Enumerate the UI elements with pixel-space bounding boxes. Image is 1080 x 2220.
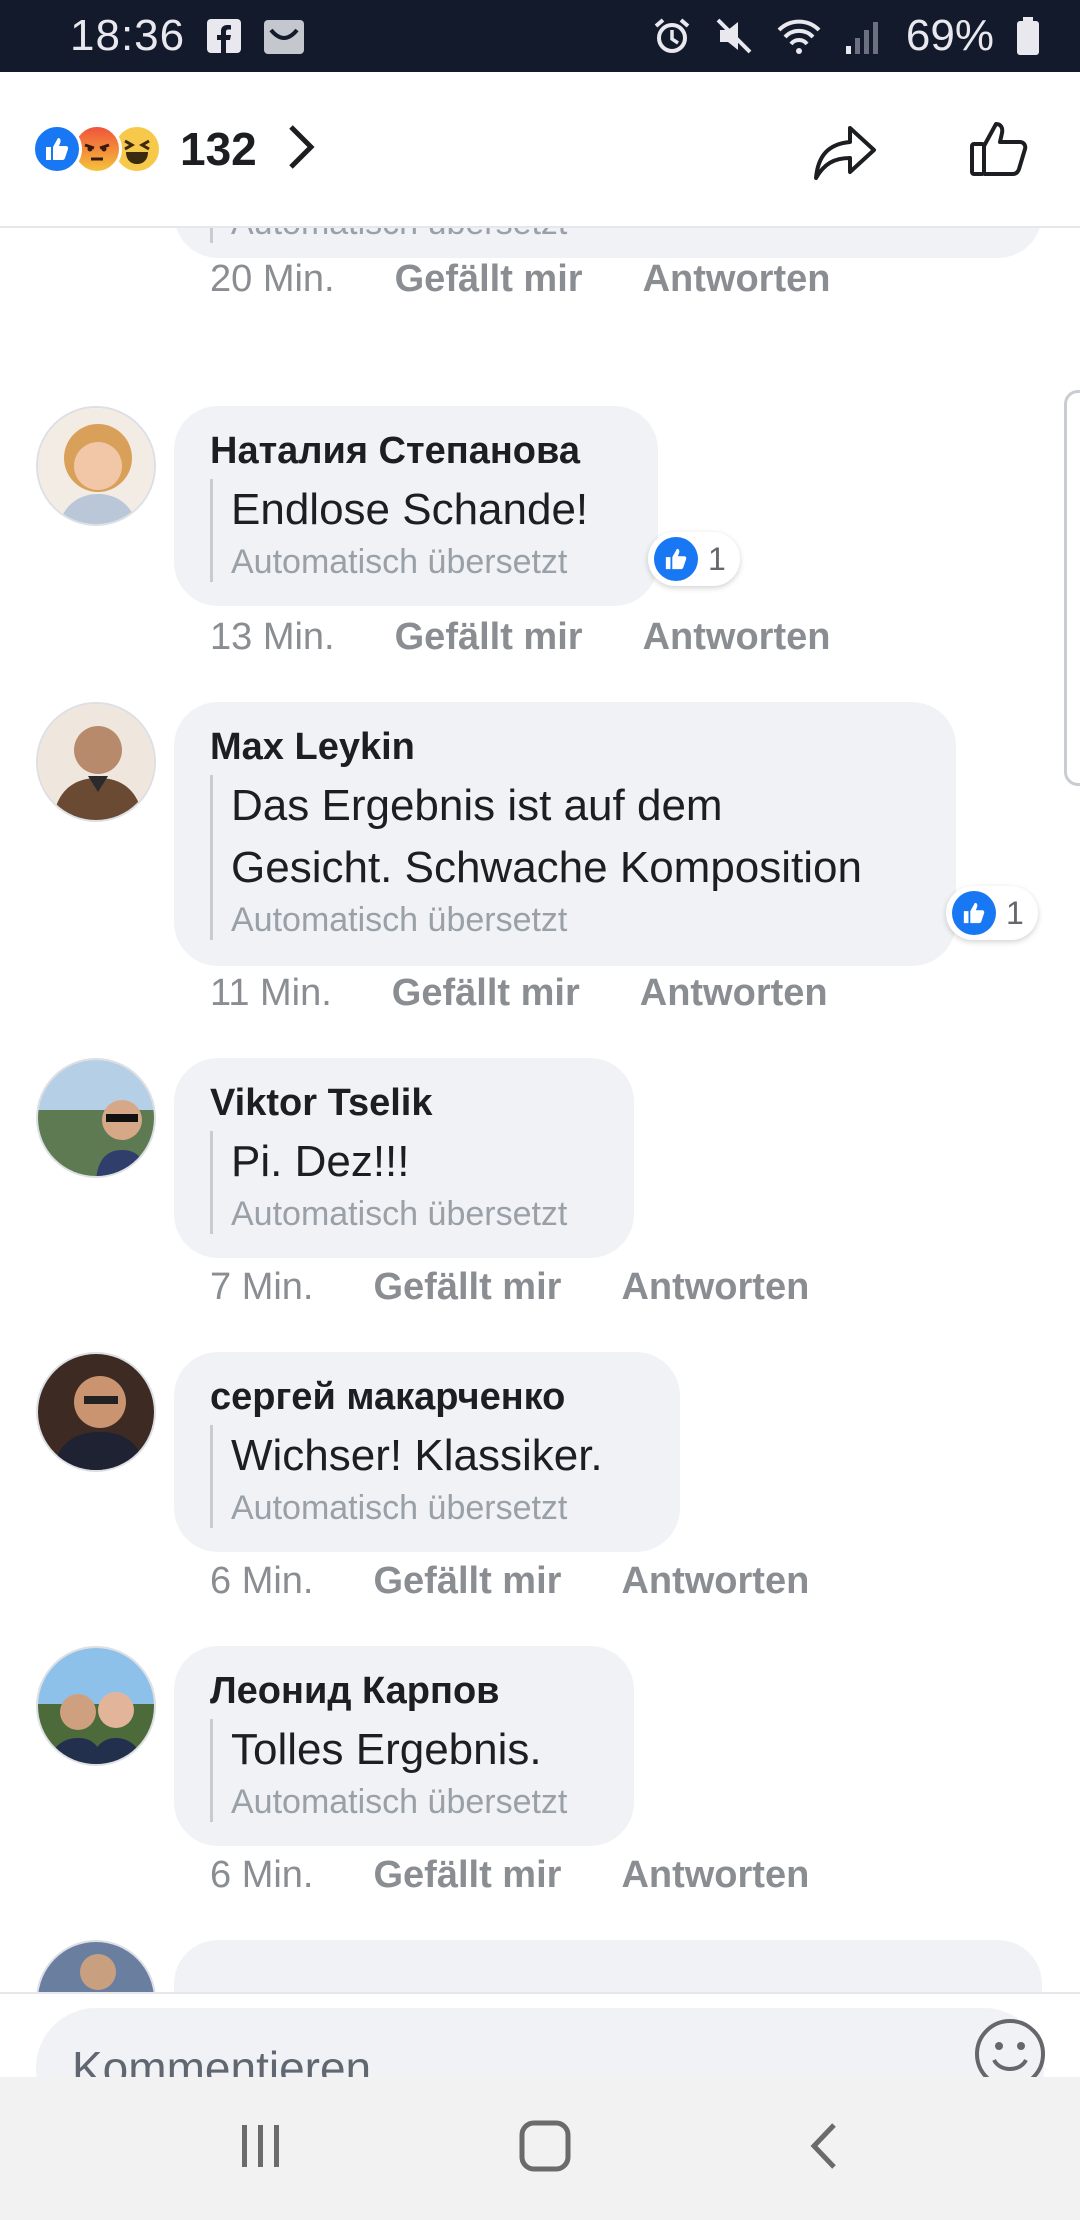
comment-body: Automatisch übersetzt — [210, 228, 1006, 243]
chevron-right-icon[interactable] — [287, 123, 315, 176]
comment-author[interactable]: Max Leykin — [210, 726, 920, 769]
comment-author[interactable]: Viktor Tselik — [210, 1082, 598, 1125]
like-action[interactable]: Gefällt mir — [395, 258, 583, 301]
comment-meta: 7 Min. Gefällt mir Antworten — [210, 1266, 809, 1309]
reaction-count: 132 — [180, 123, 257, 175]
comment-composer: Kommentieren ... — [0, 1992, 1080, 2077]
like-reaction-icon — [952, 891, 996, 935]
reply-action[interactable]: Antworten — [621, 1560, 809, 1603]
comment-author[interactable]: Наталия Степанова — [210, 430, 622, 473]
comment-time: 11 Min. — [210, 972, 332, 1014]
comment-like-count[interactable]: 1 — [648, 532, 740, 586]
comment-bubble[interactable]: Viktor Tselik Pi. Dez!!! Automatisch übe… — [174, 1058, 634, 1258]
comment-body: Endlose Schande! Automatisch übersetzt — [210, 479, 622, 582]
comment-text: Pi. Dez!!! — [231, 1137, 410, 1186]
status-bar: 18:36 69% — [0, 0, 1080, 72]
alarm-icon — [652, 16, 692, 56]
recent-apps-icon[interactable] — [236, 2121, 286, 2176]
reply-action[interactable]: Antworten — [621, 1854, 809, 1897]
comment-body: Tolles Ergebnis. Automatisch übersetzt — [210, 1719, 598, 1822]
mute-icon — [714, 16, 754, 56]
comments-sheet: 132 Automatisch übersetzt 20 Min. Gefäll… — [0, 72, 1080, 2077]
avatar[interactable] — [36, 1058, 156, 1178]
comment-bubble[interactable]: Леонид Карпов Tolles Ergebnis. Automatis… — [174, 1646, 634, 1846]
translation-note[interactable]: Automatisch übersetzt — [231, 228, 1006, 243]
like-action[interactable]: Gefällt mir — [373, 1266, 561, 1309]
comment-bubble[interactable]: Наталия Степанова Endlose Schande! Autom… — [174, 406, 658, 606]
system-navbar — [0, 2077, 1080, 2220]
comment-bubble[interactable]: сергей макарченко Wichser! Klassiker. Au… — [174, 1352, 680, 1552]
back-icon[interactable] — [804, 2119, 844, 2178]
like-action[interactable]: Gefällt mir — [395, 616, 583, 659]
translation-note[interactable]: Automatisch übersetzt — [231, 1783, 598, 1822]
translation-note[interactable]: Automatisch übersetzt — [231, 1195, 598, 1234]
reply-action[interactable]: Antworten — [640, 972, 828, 1015]
photo-icon — [263, 16, 305, 56]
comment-text: Wichser! Klassiker. — [231, 1431, 603, 1480]
comment-author[interactable]: Леонид Карпов — [210, 1670, 598, 1713]
home-icon[interactable] — [518, 2119, 572, 2178]
thumbs-up-icon[interactable] — [968, 116, 1032, 185]
status-time: 18:36 — [70, 11, 186, 60]
battery-icon — [1016, 16, 1040, 56]
comment-text-line: Gesicht. Schwache Komposition — [231, 843, 862, 892]
reply-action[interactable]: Antworten — [621, 1266, 809, 1309]
emoji-icon[interactable] — [972, 2016, 1048, 2077]
facebook-icon — [207, 19, 242, 53]
comment-author[interactable]: сергей макарченко — [210, 1376, 644, 1419]
comment-time: 13 Min. — [210, 616, 335, 658]
reply-action[interactable]: Antworten — [643, 258, 831, 301]
avatar[interactable] — [36, 702, 156, 822]
like-count: 1 — [708, 540, 726, 577]
comment-body: Pi. Dez!!! Automatisch übersetzt — [210, 1131, 598, 1234]
comment-time: 7 Min. — [210, 1266, 314, 1308]
comment-meta: 6 Min. Gefällt mir Antworten — [210, 1854, 809, 1897]
comment-time: 6 Min. — [210, 1854, 314, 1896]
comment-text-line: Das Ergebnis ist auf dem — [231, 781, 723, 830]
avatar[interactable] — [36, 1646, 156, 1766]
reactions-header: 132 — [0, 72, 1080, 228]
scroll-indicator[interactable] — [1064, 390, 1080, 786]
comment-bubble[interactable]: Automatisch übersetzt — [174, 228, 1042, 258]
comment-meta: 11 Min. Gefällt mir Antworten — [210, 972, 828, 1015]
comment-like-count[interactable]: 1 — [946, 886, 1038, 940]
like-count: 1 — [1006, 894, 1024, 931]
avatar[interactable] — [36, 1352, 156, 1472]
comments-list: Automatisch übersetzt 20 Min. Gefällt mi… — [0, 228, 1080, 1992]
like-action[interactable]: Gefällt mir — [392, 972, 580, 1015]
comment-meta: 13 Min. Gefällt mir Antworten — [210, 616, 830, 659]
like-action[interactable]: Gefällt mir — [373, 1560, 561, 1603]
comment-text: Tolles Ergebnis. — [231, 1725, 542, 1774]
comment-bubble[interactable] — [174, 1940, 1042, 1992]
battery-percent: 69% — [905, 11, 994, 60]
comment-bubble[interactable]: Max Leykin Das Ergebnis ist auf dem Gesi… — [174, 702, 956, 966]
comment-body: Wichser! Klassiker. Automatisch übersetz… — [210, 1425, 644, 1528]
comment-meta: 6 Min. Gefällt mir Antworten — [210, 1560, 809, 1603]
reply-action[interactable]: Antworten — [643, 616, 831, 659]
comment-body: Das Ergebnis ist auf dem Gesicht. Schwac… — [210, 775, 920, 940]
like-action[interactable]: Gefällt mir — [373, 1854, 561, 1897]
signal-icon — [844, 16, 884, 56]
comment-input-placeholder: Kommentieren ... — [72, 2042, 423, 2077]
translation-note[interactable]: Automatisch übersetzt — [231, 901, 920, 940]
translation-note[interactable]: Automatisch übersetzt — [231, 543, 622, 582]
like-reaction-icon — [32, 124, 82, 174]
reactions-summary[interactable]: 132 — [32, 122, 315, 176]
avatar[interactable] — [36, 1940, 156, 1992]
avatar[interactable] — [36, 406, 156, 526]
comment-text: Endlose Schande! — [231, 485, 589, 534]
comment-input[interactable]: Kommentieren ... — [36, 2008, 1044, 2077]
share-icon[interactable] — [812, 122, 878, 187]
like-reaction-icon — [654, 537, 698, 581]
translation-note[interactable]: Automatisch übersetzt — [231, 1489, 644, 1528]
comment-meta: 20 Min. Gefällt mir Antworten — [210, 258, 830, 301]
wifi-icon — [776, 16, 822, 56]
comment-time: 20 Min. — [210, 258, 335, 300]
comment-time: 6 Min. — [210, 1560, 314, 1602]
